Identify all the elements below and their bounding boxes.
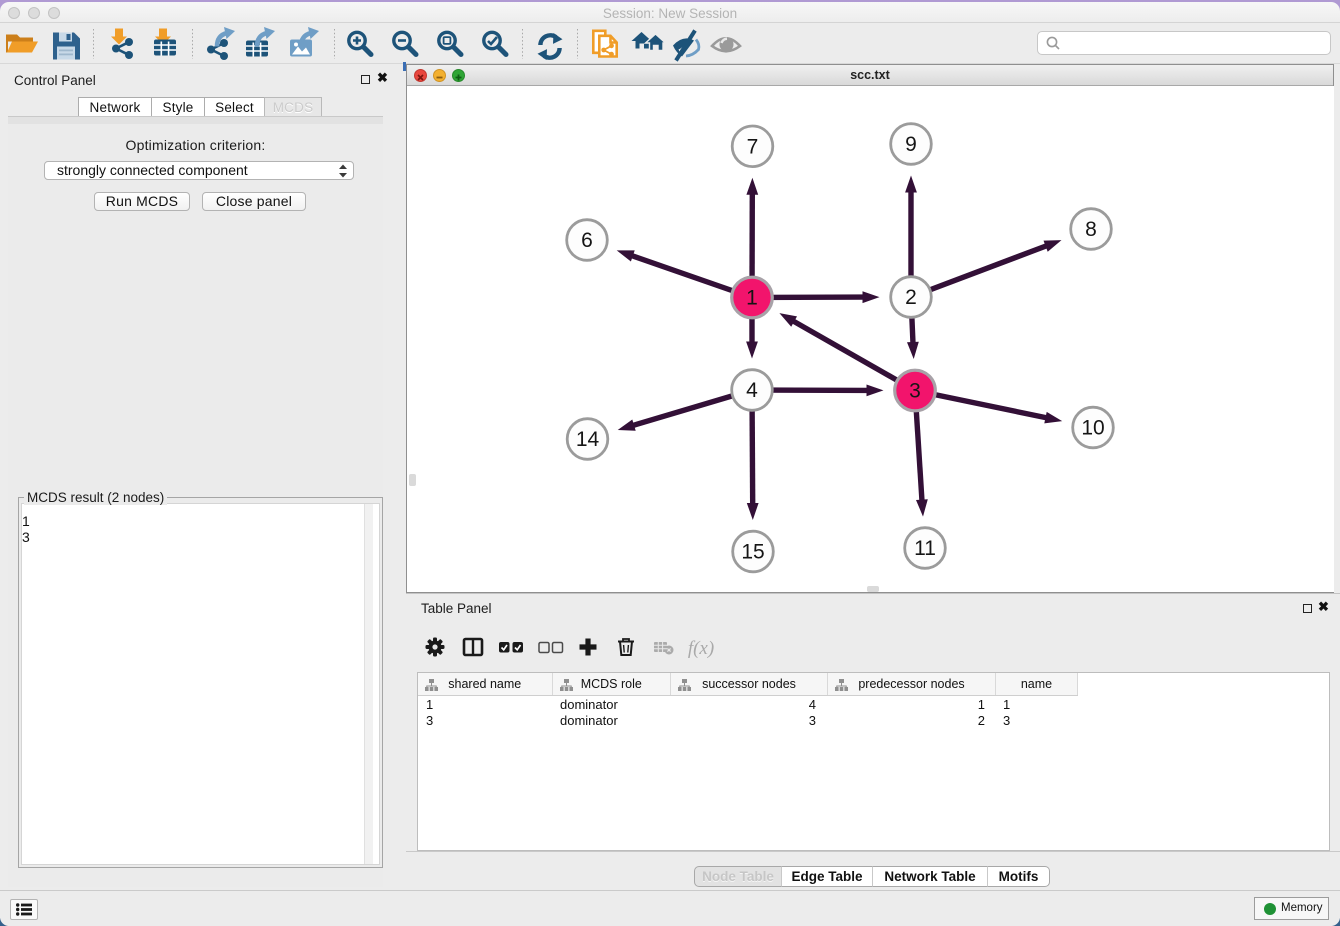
svg-text:14: 14 <box>576 428 600 451</box>
svg-text:10: 10 <box>1081 417 1104 440</box>
svg-text:f(x): f(x) <box>688 638 714 659</box>
svg-text:7: 7 <box>747 135 759 158</box>
svg-text:2: 2 <box>905 286 917 309</box>
svg-text:4: 4 <box>746 379 758 402</box>
svg-text:8: 8 <box>1085 218 1097 241</box>
svg-text:1: 1 <box>746 287 758 310</box>
svg-text:9: 9 <box>905 133 917 156</box>
svg-text:11: 11 <box>914 537 936 560</box>
svg-text:15: 15 <box>741 541 764 564</box>
svg-text:3: 3 <box>909 380 921 403</box>
svg-text:6: 6 <box>581 229 593 252</box>
